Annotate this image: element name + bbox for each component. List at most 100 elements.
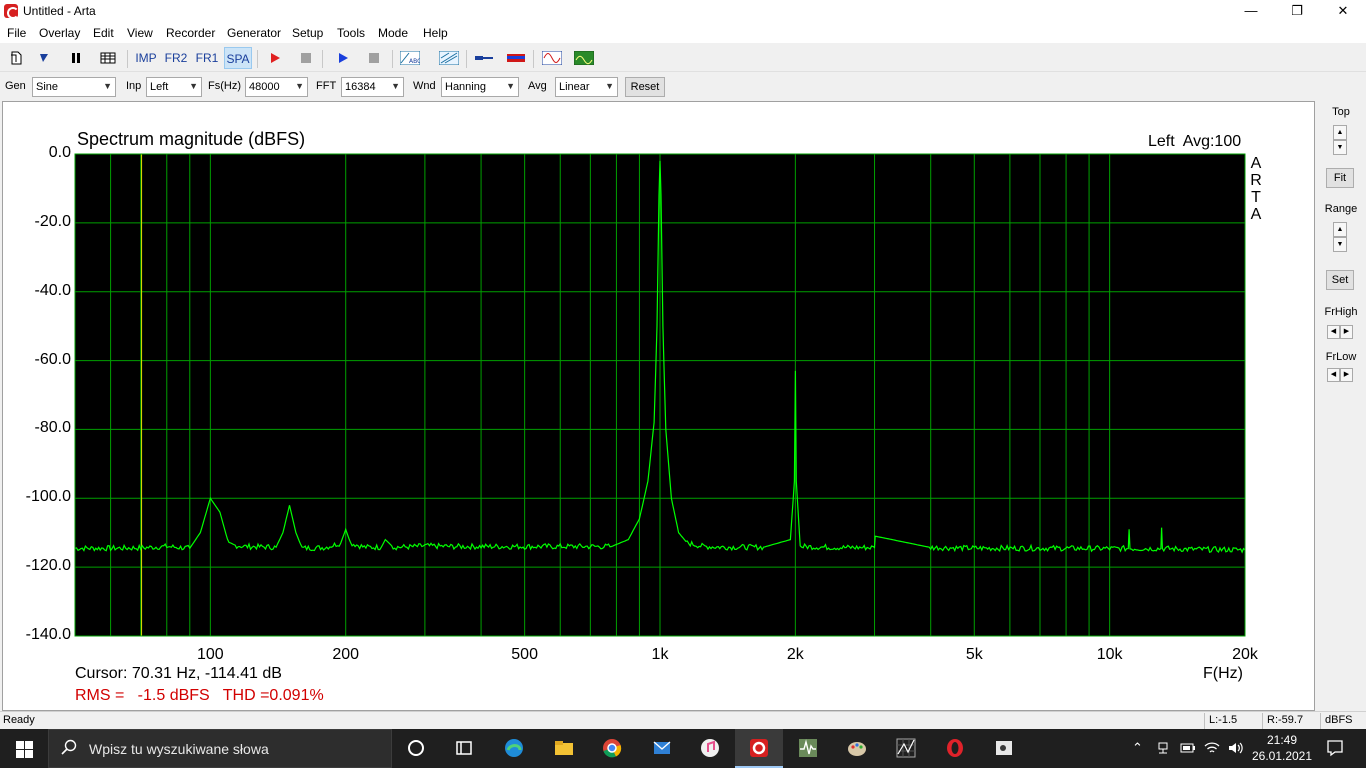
range-up-button[interactable]: ▲ [1333,222,1347,237]
y-tick-label: -80.0 [34,419,71,437]
clock-time[interactable]: 21:49 [1257,733,1307,747]
inp-label: Inp [126,80,142,92]
chevron-down-icon: ▼ [391,81,400,91]
input-channel-select[interactable]: Left ▼ [146,77,202,97]
menu-help[interactable]: Help [423,26,448,40]
scale-control-panel: Top ▲ ▼ Fit Range ▲ ▼ Set FrHigh ◀ ▶ FrL… [1316,101,1366,711]
close-button[interactable]: ✕ [1320,0,1366,22]
new-file-icon[interactable] [4,47,28,69]
search-icon [61,739,77,755]
analyzer-app-icon[interactable] [882,729,930,768]
range-label: Range [1324,203,1358,215]
averaging-select-value: Linear [559,81,590,93]
frlow-left-button[interactable]: ◀ [1327,368,1340,382]
reset-button[interactable]: Reset [625,77,665,97]
set-button[interactable]: Set [1326,270,1354,290]
play-icon[interactable] [331,47,355,69]
network-icon[interactable] [1156,741,1170,755]
menu-view[interactable]: View [127,26,153,40]
menu-mode[interactable]: Mode [378,26,408,40]
stop-play-icon[interactable] [362,47,386,69]
windows-taskbar: Wpisz tu wyszukiwane słowa ⌃ 21:49 26.01… [0,729,1366,768]
oscilloscope-icon[interactable] [572,47,596,69]
sample-rate-select[interactable]: 48000 ▼ [245,77,308,97]
pause-icon[interactable] [64,47,88,69]
wifi-icon[interactable] [1204,741,1220,755]
chrome-icon[interactable] [588,729,636,768]
fr2-mode-button[interactable]: FR2 [162,47,190,69]
plot-channel-avg: Left Avg:100 [1148,133,1242,150]
scale-graph-icon[interactable] [437,47,461,69]
top-down-button[interactable]: ▼ [1333,140,1347,155]
clock-date[interactable]: 26.01.2021 [1251,749,1313,763]
gen-label: Gen [5,80,26,92]
top-label: Top [1332,106,1350,118]
spa-mode-button[interactable]: SPA [224,47,252,69]
window-function-select-value: Hanning [445,81,486,93]
cortana-icon[interactable] [392,729,440,768]
right-level: R:-59.7 [1262,713,1320,729]
maximize-button[interactable]: ❐ [1274,0,1320,22]
menu-overlay[interactable]: Overlay [39,26,80,40]
open-file-icon[interactable] [32,47,56,69]
notifications-icon[interactable] [1326,739,1344,757]
frlow-label: FrLow [1325,351,1357,363]
battery-icon[interactable] [1180,742,1196,754]
signal-generator-icon[interactable] [540,47,564,69]
x-tick-label: 10k [1096,646,1123,663]
range-down-button[interactable]: ▼ [1333,237,1347,252]
input-channel-select-value: Left [150,81,169,93]
paint-app-icon[interactable] [833,729,881,768]
x-axis-label: F(Hz) [1203,665,1243,682]
chevron-down-icon: ▼ [295,81,304,91]
fit-button[interactable]: Fit [1326,168,1354,188]
fr1-mode-button[interactable]: FR1 [193,47,221,69]
fft-size-select[interactable]: 16384 ▼ [341,77,404,97]
meter-icon[interactable] [504,47,528,69]
edge-browser-icon[interactable] [490,729,538,768]
rms-thd-readout: RMS = -1.5 dBFS THD =0.091% [75,687,324,704]
averaging-select[interactable]: Linear ▼ [555,77,618,97]
imp-mode-button[interactable]: IMP [132,47,160,69]
window-function-select[interactable]: Hanning ▼ [441,77,519,97]
chevron-up-icon[interactable]: ⌃ [1132,740,1143,756]
minimize-button[interactable]: — [1228,0,1274,22]
y-tick-label: -140.0 [25,626,71,643]
menu-generator[interactable]: Generator [227,26,281,40]
toolbar: IMP FR2 FR1 SPA ABC [0,44,1366,72]
left-level: L:-1.5 [1204,713,1262,729]
abc-graph-icon[interactable]: ABC [398,47,422,69]
menu-recorder[interactable]: Recorder [166,26,215,40]
spectrum-plot-panel[interactable]: Spectrum magnitude (dBFS) Left Avg:100 A… [2,101,1315,711]
top-up-button[interactable]: ▲ [1333,125,1347,140]
avg-label: Avg [528,80,547,92]
opera-icon[interactable] [931,729,979,768]
menu-setup[interactable]: Setup [292,26,323,40]
menu-edit[interactable]: Edit [93,26,114,40]
y-tick-label: -40.0 [34,281,71,299]
taskbar-search[interactable]: Wpisz tu wyszukiwane słowa [48,729,392,768]
task-view-icon[interactable] [440,729,488,768]
mail-icon[interactable] [638,729,686,768]
title-bar: Untitled - Arta — ❐ ✕ [0,0,1366,22]
app-window-icon[interactable] [980,729,1028,768]
generator-select[interactable]: Sine ▼ [32,77,116,97]
spectrum-chart[interactable] [3,102,1314,710]
record-icon[interactable] [263,47,287,69]
arta-app-icon [4,4,19,19]
table-icon[interactable] [96,47,120,69]
frhigh-left-button[interactable]: ◀ [1327,325,1340,339]
waveform-app-icon[interactable] [784,729,832,768]
menu-tools[interactable]: Tools [337,26,365,40]
start-button[interactable] [0,729,48,768]
volume-icon[interactable] [1228,741,1244,755]
itunes-icon[interactable] [686,729,734,768]
file-explorer-icon[interactable] [540,729,588,768]
frhigh-right-button[interactable]: ▶ [1340,325,1353,339]
stop-record-icon[interactable] [294,47,318,69]
arta-taskbar-icon[interactable] [735,729,783,768]
probe-icon[interactable] [472,47,496,69]
frlow-right-button[interactable]: ▶ [1340,368,1353,382]
menu-file[interactable]: File [7,26,26,40]
search-input[interactable]: Wpisz tu wyszukiwane słowa [89,741,269,757]
